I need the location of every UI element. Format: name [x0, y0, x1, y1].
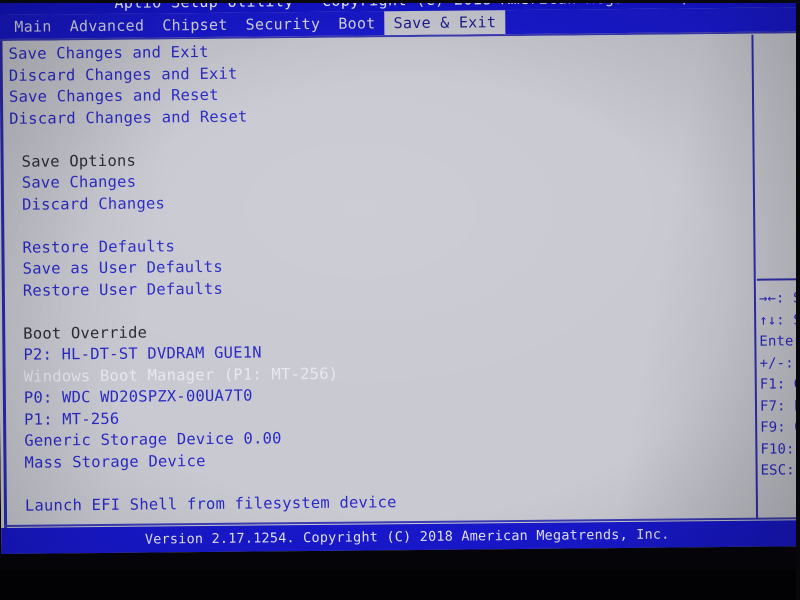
help-key-line: →←: S	[758, 290, 800, 307]
monitor-bezel-bottom-edge	[0, 570, 800, 600]
help-key-line: ESC: E	[760, 462, 800, 479]
help-key-line: F7: P	[759, 397, 800, 415]
menu-tab-save-exit[interactable]: Save & Exit	[384, 10, 506, 36]
help-key-line: F10:	[760, 440, 795, 458]
menu-tab-chipset[interactable]: Chipset	[153, 13, 237, 38]
help-key-line: +/-: C	[759, 354, 800, 372]
menu-tab-advanced[interactable]: Advanced	[61, 13, 154, 38]
menu-tab-main[interactable]: Main	[5, 14, 61, 39]
help-pane: →←: S ↑↓: S Enter +/-: C F1: G F7: P F9: O F10:…	[754, 36, 800, 518]
help-key-legend: →←: S ↑↓: S Enter +/-: C F1: G F7: P F9: O F10:…	[759, 288, 800, 482]
bios-screen-photo: Aptio Setup Utility – Copyright (C) 2018…	[0, 0, 800, 600]
menu-tab-boot[interactable]: Boot	[329, 11, 385, 36]
help-rule	[756, 278, 800, 281]
setup-option-list[interactable]: Save Changes and Exit Discard Changes and…	[4, 37, 751, 526]
help-key-line: Enter	[759, 333, 800, 350]
help-key-line: F1: G	[759, 376, 800, 393]
menu-tab-security[interactable]: Security	[237, 12, 330, 37]
help-key-line: F9: O	[760, 419, 800, 436]
bios-screen: Aptio Setup Utility – Copyright (C) 2018…	[0, 0, 800, 572]
help-key-line: ↑↓: S	[759, 311, 800, 329]
